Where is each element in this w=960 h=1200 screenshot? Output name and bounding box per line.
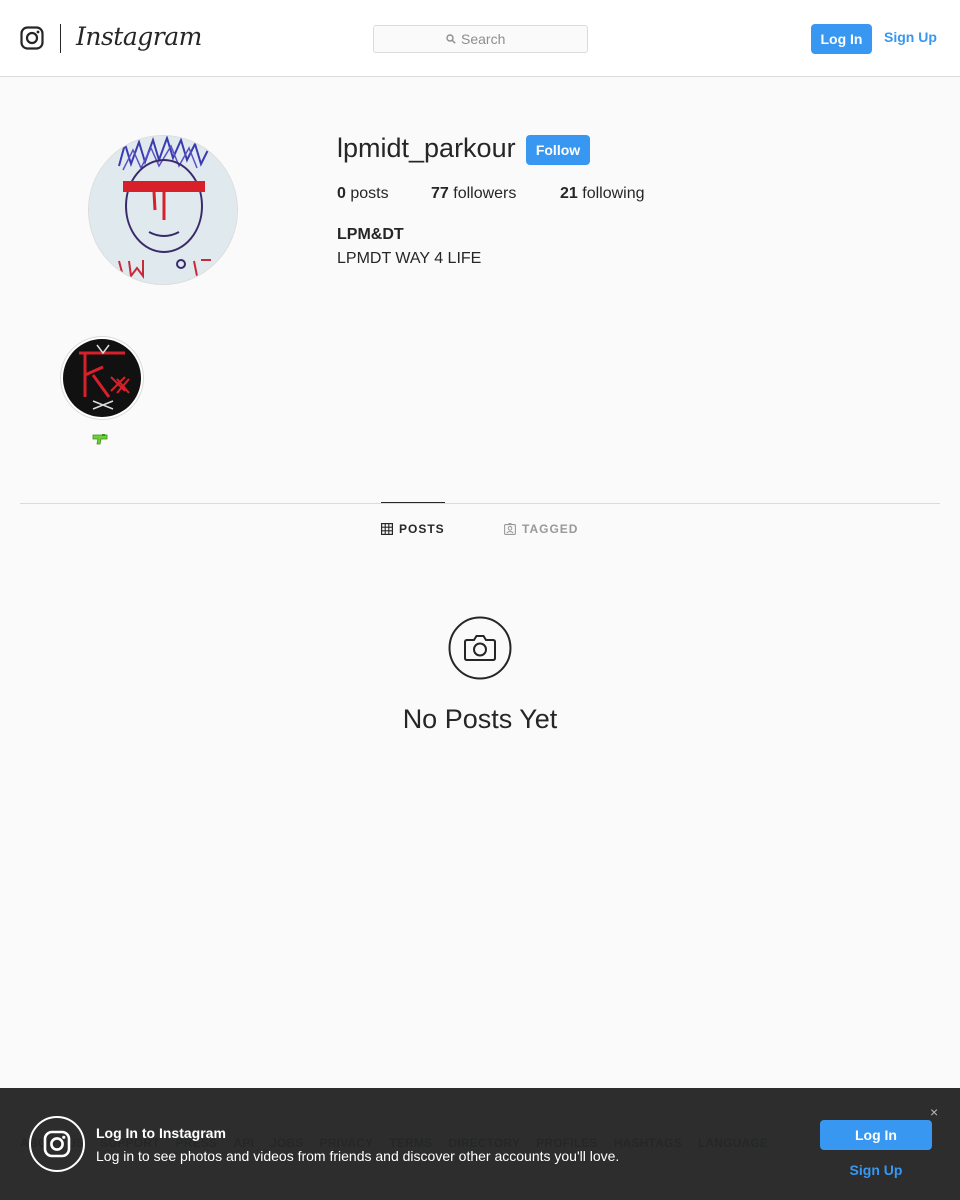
- grid-icon: [381, 523, 393, 535]
- tag-portrait-icon: [504, 523, 516, 535]
- following-stat[interactable]: 21 following: [560, 185, 645, 203]
- story-highlight[interactable]: [60, 336, 144, 420]
- signup-link[interactable]: Sign Up: [884, 29, 937, 45]
- nav-divider: [60, 24, 61, 53]
- active-tab-indicator: [381, 502, 445, 503]
- empty-state-text: No Posts Yet: [402, 704, 558, 734]
- highlight-cover-drawing: [63, 339, 141, 417]
- posts-stat: 0 posts: [337, 185, 389, 203]
- search-box[interactable]: [373, 25, 588, 53]
- instagram-glyph-icon[interactable]: [20, 26, 44, 50]
- following-label: following: [582, 185, 645, 202]
- water-gun-emoji-icon: [92, 434, 108, 445]
- tab-posts-label: POSTS: [399, 522, 445, 536]
- followers-label: followers: [453, 185, 517, 202]
- profile-full-name: LPM&DT: [337, 226, 404, 243]
- instagram-wordmark[interactable]: Instagram: [76, 22, 202, 51]
- search-icon: [446, 34, 456, 44]
- profile-username: lpmidt_parkour: [337, 133, 516, 163]
- profile-avatar[interactable]: [88, 135, 238, 285]
- search-input[interactable]: [461, 31, 515, 47]
- profile-bio: LPMDT WAY 4 LIFE: [337, 250, 482, 267]
- banner-subtitle: Log in to see photos and videos from fri…: [96, 1148, 620, 1164]
- following-count: 21: [560, 185, 578, 202]
- tab-posts[interactable]: POSTS: [381, 522, 445, 536]
- camera-icon: [448, 616, 512, 680]
- followers-count: 77: [431, 185, 449, 202]
- login-button[interactable]: Log In: [811, 24, 872, 54]
- instagram-glyph-icon: [29, 1116, 85, 1172]
- login-banner: Log In to Instagram Log in to see photos…: [0, 1088, 960, 1200]
- avatar-drawing: [89, 136, 237, 284]
- banner-login-button[interactable]: Log In: [820, 1120, 932, 1150]
- tab-tagged[interactable]: TAGGED: [504, 522, 578, 536]
- banner-title: Log In to Instagram: [96, 1125, 226, 1141]
- follow-button[interactable]: Follow: [526, 135, 590, 165]
- tab-tagged-label: TAGGED: [522, 522, 579, 536]
- banner-signup-link[interactable]: Sign Up: [820, 1162, 932, 1178]
- followers-stat[interactable]: 77 followers: [431, 185, 516, 203]
- highlight-cover: [63, 339, 141, 417]
- tabs-divider: [20, 503, 940, 504]
- posts-label: posts: [350, 185, 389, 202]
- close-icon[interactable]: ×: [930, 1105, 938, 1119]
- posts-count: 0: [337, 185, 346, 202]
- top-nav: Instagram Log In Sign Up: [0, 0, 960, 77]
